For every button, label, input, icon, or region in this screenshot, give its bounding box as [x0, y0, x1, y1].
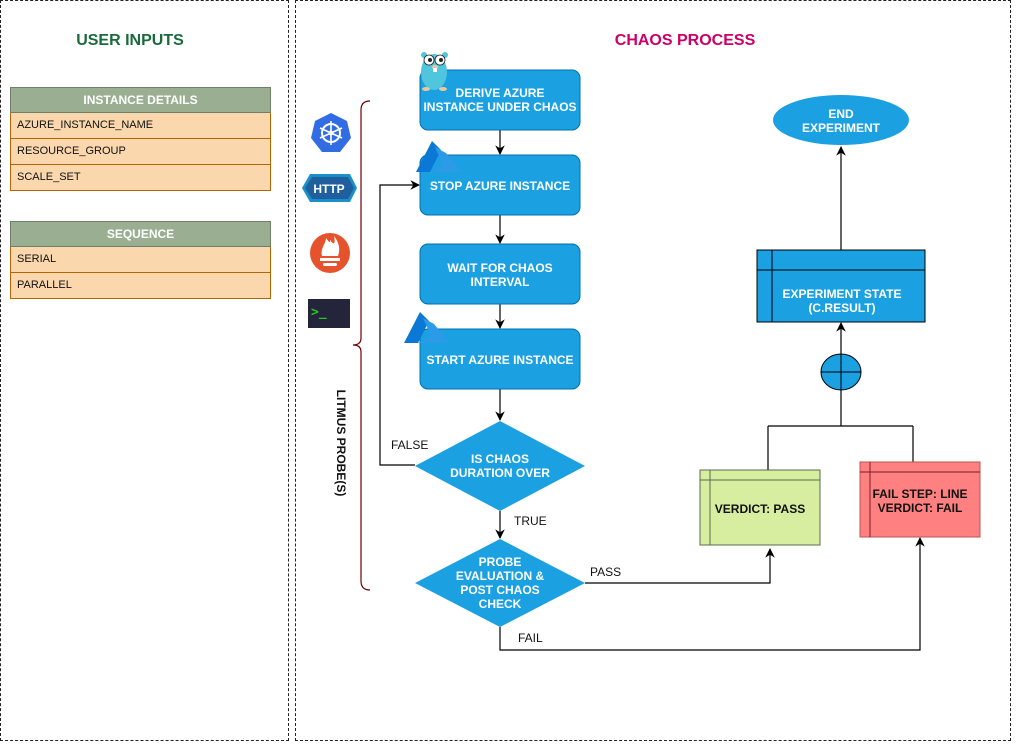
http-icon: HTTP	[302, 174, 357, 202]
svg-text:IS CHAOS: IS CHAOS	[471, 452, 529, 466]
svg-text:INSTANCE UNDER CHAOS: INSTANCE UNDER CHAOS	[423, 100, 576, 114]
svg-text:PROBE: PROBE	[479, 555, 522, 569]
svg-text:DURATION OVER: DURATION OVER	[450, 466, 550, 480]
svg-text:DERIVE AZURE: DERIVE AZURE	[456, 86, 545, 100]
http-icon-text: HTTP	[313, 182, 344, 196]
svg-text:INTERVAL: INTERVAL	[471, 275, 530, 289]
or-junction-icon	[820, 353, 862, 391]
svg-text:EXPERIMENT: EXPERIMENT	[802, 121, 881, 135]
edge-label-fail: FAIL	[518, 631, 543, 645]
edge-label-true: TRUE	[514, 514, 547, 528]
probe-brace	[352, 100, 371, 591]
svg-text:EVALUATION &: EVALUATION &	[456, 569, 545, 583]
kubernetes-icon	[311, 113, 351, 152]
svg-text:POST CHAOS: POST CHAOS	[460, 583, 539, 597]
prometheus-icon	[310, 233, 350, 273]
svg-text:START AZURE INSTANCE: START AZURE INSTANCE	[426, 353, 573, 367]
terminal-prompt-text: >_	[311, 305, 327, 320]
svg-text:EXPERIMENT STATE: EXPERIMENT STATE	[783, 287, 902, 301]
svg-text:STOP AZURE INSTANCE: STOP AZURE INSTANCE	[430, 179, 570, 193]
litmus-probes-label: LITMUS PROBE(S)	[334, 390, 348, 497]
svg-text:END: END	[828, 107, 854, 121]
decision-duration-over: IS CHAOS DURATION OVER	[415, 421, 585, 511]
azure-icon	[404, 312, 450, 343]
svg-text:VERDICT: PASS: VERDICT: PASS	[715, 502, 805, 516]
step-wait-interval: WAIT FOR CHAOS INTERVAL	[419, 243, 581, 305]
edge-label-pass: PASS	[590, 565, 621, 579]
cmd-terminal-icon: >_	[308, 299, 350, 328]
edge-false-loop	[379, 180, 420, 466]
svg-text:FAIL STEP: LINE: FAIL STEP: LINE	[872, 487, 967, 501]
edge-label-false: FALSE	[391, 438, 428, 452]
svg-text:VERDICT: FAIL: VERDICT: FAIL	[878, 501, 963, 515]
decision-probe-evaluation: PROBE EVALUATION & POST CHAOS CHECK	[415, 539, 585, 627]
verdict-pass-box: VERDICT: PASS	[699, 469, 821, 546]
flow-diagram: HTTP >_ LITMUS PROBE(S) FALSE TRUE PASS …	[302, 52, 981, 651]
end-experiment: END EXPERIMENT	[773, 95, 909, 145]
verdict-fail-box: FAIL STEP: LINE VERDICT: FAIL	[859, 461, 981, 538]
svg-text:(C.RESULT): (C.RESULT)	[808, 301, 875, 315]
svg-text:CHECK: CHECK	[479, 597, 522, 611]
experiment-state-box: EXPERIMENT STATE (C.RESULT)	[756, 249, 926, 323]
svg-text:WAIT FOR CHAOS: WAIT FOR CHAOS	[447, 261, 552, 275]
